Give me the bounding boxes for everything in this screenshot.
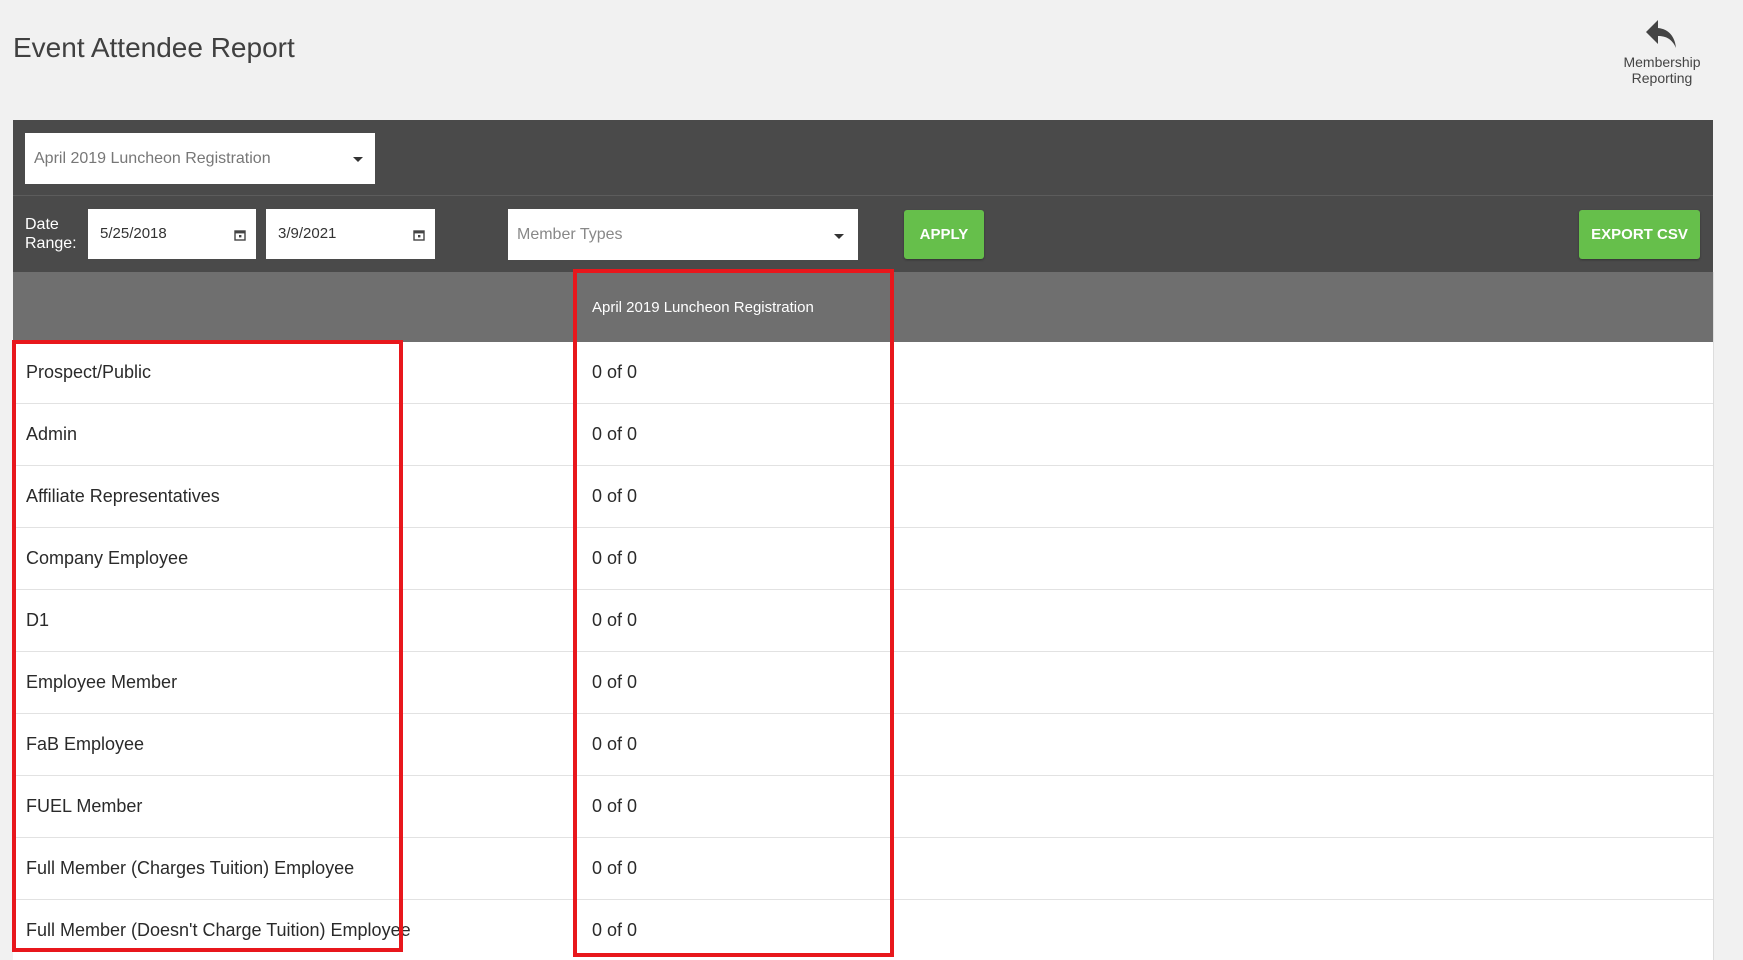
back-label-line1: Membership (1623, 54, 1701, 70)
member-type-cell: Affiliate Representatives (13, 465, 600, 528)
event-select-value: April 2019 Luncheon Registration (34, 150, 271, 167)
event-column-header-label: April 2019 Luncheon Registration (592, 298, 814, 316)
date-range-label: Date Range: (25, 215, 77, 253)
date-range-label-line2: Range: (25, 235, 77, 252)
member-type-cell: Admin (13, 403, 600, 466)
attendee-count-value: 0 of 0 (592, 424, 638, 444)
event-column-header[interactable]: April 2019 Luncheon Registration (592, 272, 1713, 342)
attendee-count-cell: 0 of 0 (592, 837, 1713, 900)
table-header-row: April 2019 Luncheon Registration (13, 272, 1713, 342)
attendee-count-cell: 0 of 0 (592, 403, 1713, 466)
attendee-count-value: 0 of 0 (592, 672, 638, 692)
member-type-cell: FaB Employee (13, 713, 600, 776)
event-select[interactable]: April 2019 Luncheon Registration (25, 133, 375, 184)
start-date-value: 5/25/2018 (100, 225, 167, 242)
report-table-container: April 2019 Luncheon Registration Prospec… (13, 272, 1714, 960)
end-date-input[interactable]: 3/9/2021 (266, 209, 435, 259)
table-row: Prospect/Public 0 of 0 (13, 342, 1713, 404)
apply-button[interactable]: APPLY (904, 210, 984, 259)
back-arrow-icon (1646, 20, 1676, 48)
table-body: Prospect/Public 0 of 0 Admin 0 of 0 Affiliat… (13, 342, 1713, 960)
member-type-cell: D1 (13, 589, 600, 652)
attendee-count-value: 0 of 0 (592, 610, 638, 630)
member-type-cell: Full Member (Doesn't Charge Tuition) Emp… (13, 899, 600, 960)
table-row: Employee Member 0 of 0 (13, 651, 1713, 714)
attendee-count-value: 0 of 0 (592, 486, 638, 506)
member-types-placeholder: Member Types (517, 226, 623, 243)
chevron-down-icon (834, 234, 844, 239)
page-title: Event Attendee Report (13, 32, 295, 63)
report-table: April 2019 Luncheon Registration Prospec… (13, 272, 1713, 960)
attendee-count-value: 0 of 0 (592, 858, 638, 878)
member-type-column-header (13, 272, 600, 342)
member-type-cell: Prospect/Public (13, 342, 600, 404)
event-attendee-report-page: Event Attendee Report Membership Reporti… (0, 0, 1743, 960)
date-range-label-line1: Date (25, 216, 59, 233)
attendee-count-cell: 0 of 0 (592, 465, 1713, 528)
membership-reporting-link[interactable]: Membership Reporting (1612, 18, 1712, 86)
member-type-cell: Company Employee (13, 527, 600, 590)
table-row: FaB Employee 0 of 0 (13, 713, 1713, 776)
table-row: FUEL Member 0 of 0 (13, 775, 1713, 838)
table-row: D1 0 of 0 (13, 589, 1713, 652)
attendee-count-value: 0 of 0 (592, 548, 638, 568)
calendar-icon[interactable] (413, 229, 425, 241)
attendee-count-value: 0 of 0 (592, 796, 638, 816)
table-row: Admin 0 of 0 (13, 403, 1713, 466)
table-row: Full Member (Charges Tuition) Employee 0 … (13, 837, 1713, 900)
member-type-cell: FUEL Member (13, 775, 600, 838)
start-date-input[interactable]: 5/25/2018 (88, 209, 256, 259)
calendar-icon[interactable] (234, 229, 246, 241)
table-row: Full Member (Doesn't Charge Tuition) Emp… (13, 899, 1713, 960)
attendee-count-cell: 0 of 0 (592, 651, 1713, 714)
attendee-count-cell: 0 of 0 (592, 899, 1713, 960)
filter-panel: April 2019 Luncheon Registration Date Ra… (13, 120, 1713, 272)
table-row: Affiliate Representatives 0 of 0 (13, 465, 1713, 528)
attendee-count-cell: 0 of 0 (592, 342, 1713, 404)
member-type-cell: Employee Member (13, 651, 600, 714)
member-types-select[interactable]: Member Types (508, 209, 858, 260)
end-date-value: 3/9/2021 (278, 225, 337, 242)
attendee-count-cell: 0 of 0 (592, 775, 1713, 838)
attendee-count-cell: 0 of 0 (592, 527, 1713, 590)
export-csv-button[interactable]: EXPORT CSV (1579, 210, 1700, 259)
attendee-count-value: 0 of 0 (592, 920, 638, 940)
table-row: Company Employee 0 of 0 (13, 527, 1713, 590)
back-label-line2: Reporting (1631, 70, 1693, 86)
panel-divider (13, 195, 1713, 196)
attendee-count-cell: 0 of 0 (592, 713, 1713, 776)
attendee-count-value: 0 of 0 (592, 362, 638, 382)
attendee-count-value: 0 of 0 (592, 734, 638, 754)
attendee-count-cell: 0 of 0 (592, 589, 1713, 652)
chevron-down-icon (353, 157, 363, 162)
member-type-cell: Full Member (Charges Tuition) Employee (13, 837, 600, 900)
